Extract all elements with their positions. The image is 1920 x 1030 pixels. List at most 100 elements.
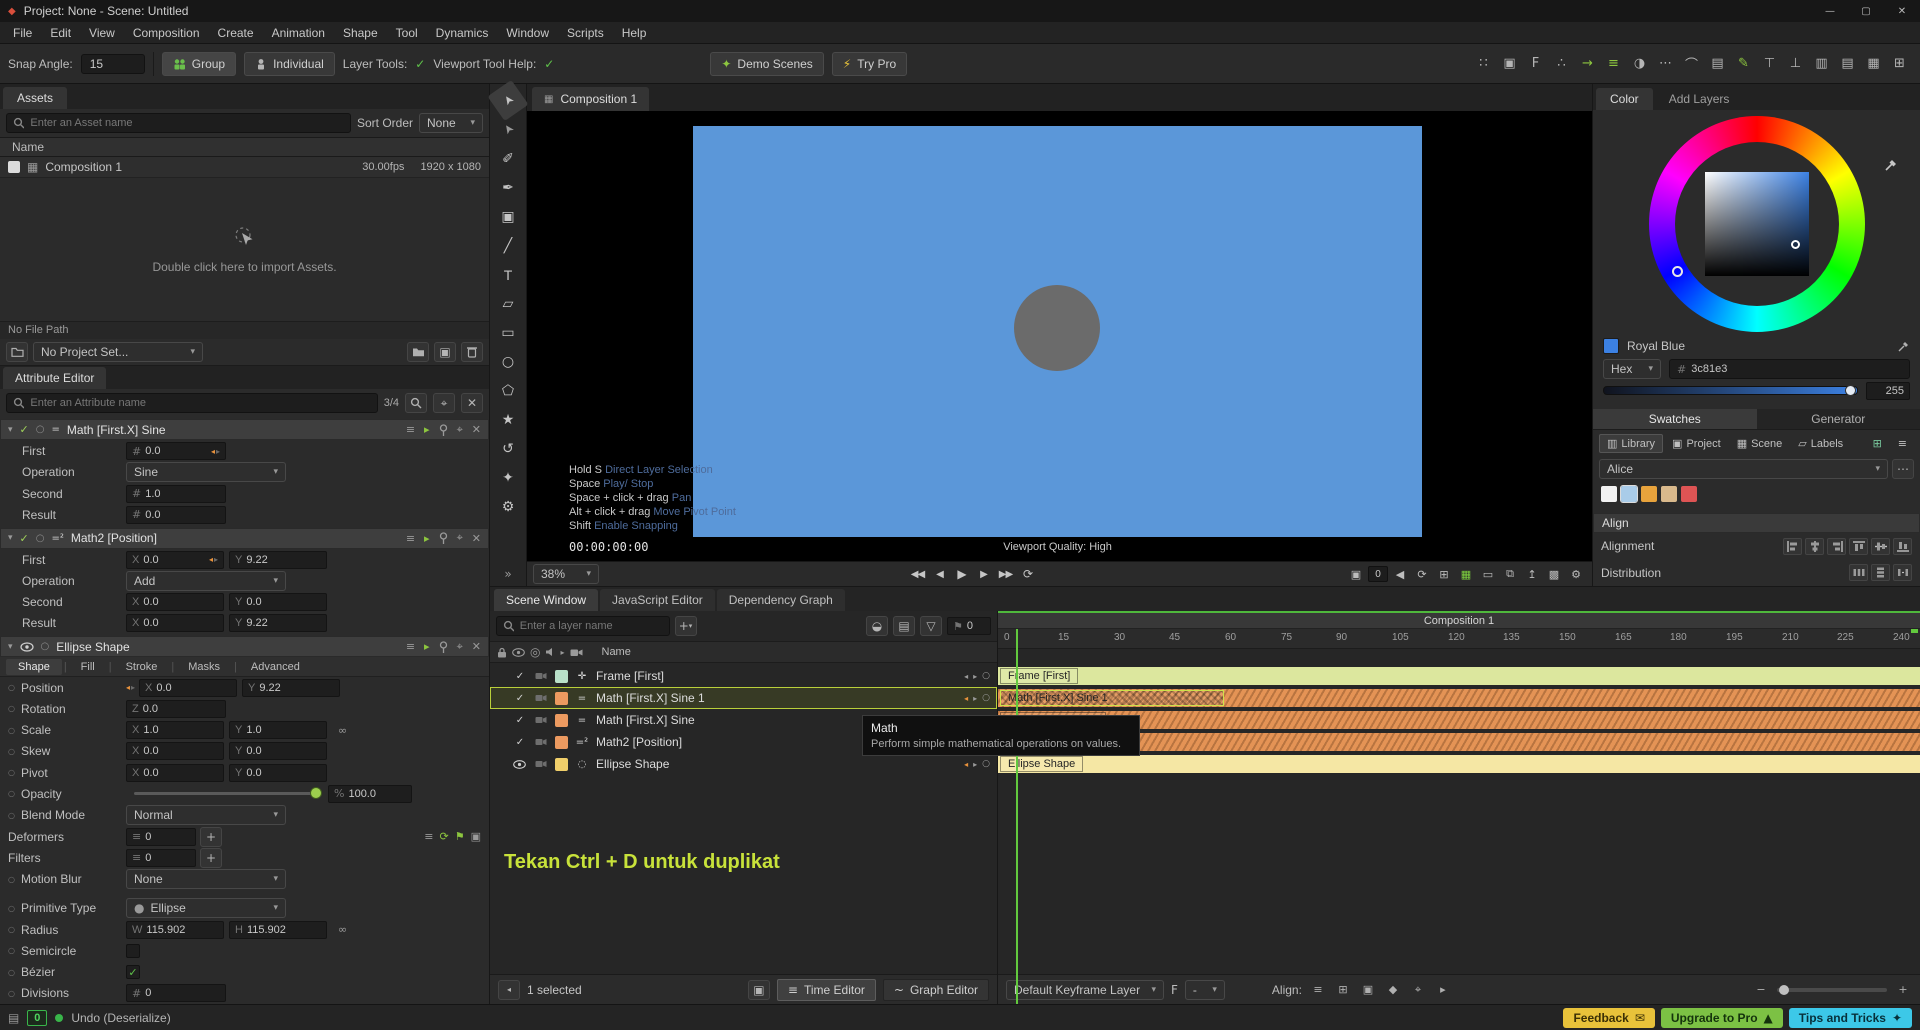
enabled-check-icon[interactable]: ✓ [513,737,527,748]
alpha-slider-handle[interactable] [1845,385,1856,397]
lock-icon[interactable] [497,647,507,658]
align-right-icon[interactable] [1827,537,1846,555]
alpha-slider[interactable] [1603,385,1858,397]
zoom-out-icon[interactable]: − [1752,981,1770,999]
menu-tool[interactable]: Tool [387,26,427,40]
link-circle-icon[interactable]: ○ [982,693,990,703]
tips-and-tricks-button[interactable]: Tips and Tricks ✦ [1788,1007,1912,1028]
add-deformer-button[interactable]: + [200,826,222,847]
previous-frame-button[interactable]: ◀ [930,565,949,583]
palette-more-button[interactable]: ⋯ [1892,459,1914,480]
open-folder-button[interactable] [407,341,429,362]
align-keys-grid-icon[interactable]: ⊞ [1334,981,1352,999]
keyframe-circle-icon[interactable]: ○ [36,424,45,435]
panel-button[interactable]: ▣ [434,341,456,362]
menu-animation[interactable]: Animation [263,26,334,40]
hue-selector[interactable] [1672,265,1683,277]
viewport-settings-icon[interactable]: ⚙ [1566,565,1586,583]
polygon-tool[interactable]: ⬠ [493,376,523,405]
layer-color-chip[interactable] [555,757,568,771]
eye-icon[interactable] [512,647,525,657]
tab-masks[interactable]: Masks [176,659,232,675]
zoom-dropdown[interactable]: 38% ▾ [533,564,599,584]
keyframe-circle-icon[interactable]: ○ [36,533,45,544]
divisions-field[interactable]: #0 [126,984,226,1003]
render-icon[interactable]: ▣ [1346,565,1366,583]
visibility-eye-icon[interactable] [19,642,34,652]
transform-tool[interactable]: ▱ [493,289,523,318]
menu-create[interactable]: Create [209,26,263,40]
line-tool[interactable]: ╱ [493,231,523,260]
skew-y-field[interactable]: Y 0.0 [229,742,327,761]
menu-composition[interactable]: Composition [124,26,209,40]
align-keys-left-icon[interactable]: ≡ [1309,981,1327,999]
filters-field[interactable]: ≡ 0 [126,848,196,867]
operation-dropdown[interactable]: Add ▾ [126,570,286,591]
snap-keys-icon[interactable]: ◆ [1384,981,1402,999]
mixer-icon[interactable]: ≡ [406,532,415,545]
align-bottom-icon[interactable] [1893,537,1912,555]
tab-color[interactable]: Color [1596,87,1653,110]
playhead[interactable] [1016,629,1018,1004]
group-button[interactable]: Group [161,51,237,76]
graph-editor-button[interactable]: ~ Graph Editor [882,978,989,1001]
pivot-y-field[interactable]: Y 0.0 [229,763,327,782]
align-section-header[interactable]: Align [1593,513,1920,533]
eyedropper-icon[interactable] [1884,158,1898,172]
render-visibility-icon[interactable]: ◎ [530,645,540,659]
menu-window[interactable]: Window [497,26,558,40]
camera-toggle-icon[interactable] [533,716,549,724]
close-section-icon[interactable]: ✕ [472,532,481,545]
menu-scripts[interactable]: Scripts [558,26,613,40]
project-tab[interactable]: ▣ Project [1665,435,1728,452]
enabled-check-icon[interactable]: ✓ [513,693,527,704]
orient-tool[interactable]: ↺ [493,434,523,463]
keyframe-circle-icon[interactable]: ○ [41,641,50,652]
settings-tool[interactable]: ⚙ [493,492,523,521]
refresh-icon[interactable]: ⟳ [1412,565,1432,583]
layer-color-chip[interactable] [555,713,568,727]
camera-toggle-icon[interactable] [533,694,549,702]
layer-color-chip[interactable] [555,735,568,749]
hex-value-field[interactable]: #3c81e3 [1669,359,1910,380]
first-value-field[interactable]: #0.0 ◂ ▸ [126,442,226,461]
pin-icon[interactable] [439,641,448,653]
keyframe-nav-icon[interactable]: ▸ [424,640,430,653]
tab-dependency-graph[interactable]: Dependency Graph [716,589,845,611]
operation-dropdown[interactable]: Sine ▾ [126,462,286,483]
eyedropper-small-icon[interactable] [1898,340,1910,352]
alpha-value-field[interactable]: 255 [1866,381,1910,400]
next-frame-button[interactable]: ▶ [974,565,993,583]
try-pro-button[interactable]: ⚡ Try Pro [831,51,908,76]
solo-icon[interactable]: ⌖ [457,423,463,437]
maximize-button[interactable]: ▢ [1848,0,1884,22]
tab-assets[interactable]: Assets [3,87,68,110]
deformer-list-icon[interactable]: ≡ [424,830,433,843]
close-section-icon[interactable]: ✕ [472,640,481,653]
align-top-icon[interactable] [1849,537,1868,555]
columns-icon[interactable]: ▥ [1809,52,1834,76]
swatch-light-blue[interactable] [1620,485,1638,504]
effects-tool[interactable]: ✦ [493,463,523,492]
scale-y-field[interactable]: Y 1.0 [229,721,327,740]
audio-icon[interactable]: ◀ [1390,565,1410,583]
menu-edit[interactable]: Edit [41,26,80,40]
layout-icon[interactable]: ⊞ [1887,52,1912,76]
text-tool[interactable]: T [493,260,523,289]
rectangle-tool[interactable]: ▭ [493,318,523,347]
keyframe-next-icon[interactable]: ▸ [216,447,220,456]
snap-angle-field[interactable]: 15 [80,53,145,74]
menu-view[interactable]: View [80,26,124,40]
layer-color-chip[interactable] [555,669,568,683]
parent-left-icon[interactable]: ◂ [964,694,968,703]
mixer-icon[interactable]: ≡ [406,423,415,436]
collapse-icon[interactable]: ▾ [8,425,13,435]
attribute-editor-title[interactable]: Attribute Editor [3,367,107,390]
swatch-grid-icon[interactable]: ⊞ [1866,435,1889,452]
align-top-icon[interactable]: ⊤ [1757,52,1782,76]
viewport-tool-help-check-icon[interactable]: ✓ [544,57,554,71]
scatter-icon[interactable]: ∴ [1549,52,1574,76]
visibility-eye-icon[interactable] [513,759,527,769]
scene-tab[interactable]: ▦ Scene [1730,435,1790,452]
parent-right-icon[interactable]: ▸ [973,694,977,703]
